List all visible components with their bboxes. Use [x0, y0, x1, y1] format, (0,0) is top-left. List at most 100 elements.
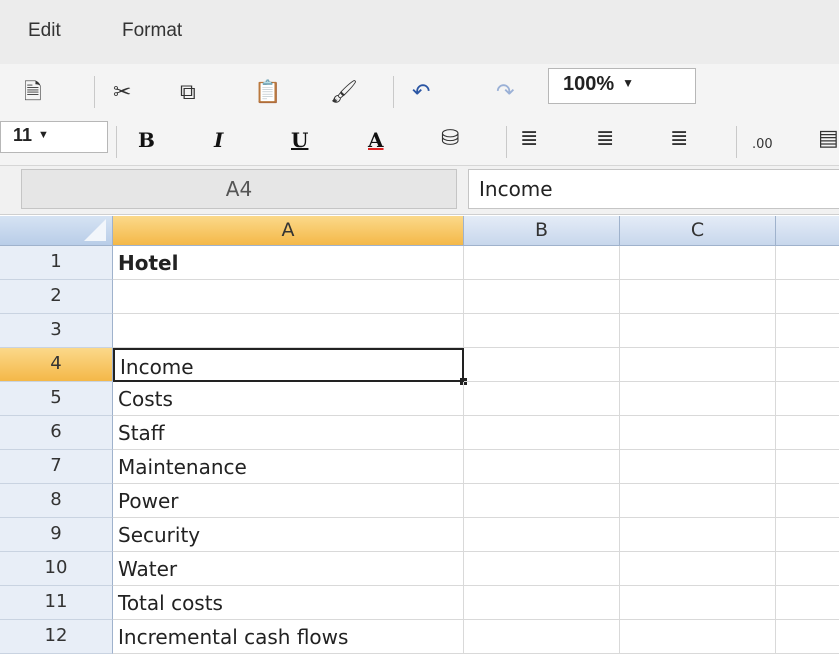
zoom-select[interactable]: 100% ▼ — [548, 68, 696, 104]
cell-a5[interactable]: Costs — [113, 382, 464, 416]
row-header-4[interactable]: 4 — [0, 348, 113, 382]
cell-c2[interactable] — [620, 280, 776, 314]
toolbar-separator — [736, 126, 737, 158]
cell-a9[interactable]: Security — [113, 518, 464, 552]
cell-d7[interactable] — [776, 450, 839, 484]
row-header-1[interactable]: 1 — [0, 246, 113, 280]
cell-c12[interactable] — [620, 620, 776, 654]
cell-d6[interactable] — [776, 416, 839, 450]
row-header-11[interactable]: 11 — [0, 586, 113, 620]
zoom-value: 100% — [563, 73, 615, 95]
row-header-10[interactable]: 10 — [0, 552, 113, 586]
cell-a12[interactable]: Incremental cash flows — [113, 620, 464, 654]
cell-d9[interactable] — [776, 518, 839, 552]
cell-c9[interactable] — [620, 518, 776, 552]
toolbar-standard: 🗎 ✂ ⧉ 📋 🖌 ↶ ↷ — [0, 64, 839, 120]
cell-c1[interactable] — [620, 246, 776, 280]
cell-b4[interactable] — [464, 348, 620, 382]
cell-d4[interactable] — [776, 348, 839, 382]
row-header-12[interactable]: 12 — [0, 620, 113, 654]
cut-icon[interactable]: ✂ — [113, 82, 131, 104]
cell-d2[interactable] — [776, 280, 839, 314]
format-painter-icon[interactable]: 🖌 — [330, 82, 358, 104]
cell-c5[interactable] — [620, 382, 776, 416]
cell-b7[interactable] — [464, 450, 620, 484]
italic-button[interactable]: I — [214, 128, 223, 152]
new-document-icon[interactable]: 🗎 — [24, 82, 42, 104]
cell-c3[interactable] — [620, 314, 776, 348]
cell-a4[interactable]: Income — [113, 348, 464, 382]
menu-format[interactable]: Format — [122, 20, 182, 42]
column-header-a[interactable]: A — [113, 216, 464, 246]
cell-b11[interactable] — [464, 586, 620, 620]
name-box[interactable]: A4 — [21, 169, 457, 209]
cell-a6[interactable]: Staff — [113, 416, 464, 450]
row-header-3[interactable]: 3 — [0, 314, 113, 348]
formula-bar: A4 Income — [0, 166, 839, 215]
row-header-2[interactable]: 2 — [0, 280, 113, 314]
cell-a2[interactable] — [113, 280, 464, 314]
align-right-icon[interactable]: ≣ — [670, 128, 688, 150]
row-header-6[interactable]: 6 — [0, 416, 113, 450]
toolbar-separator — [94, 76, 95, 108]
cell-d1[interactable] — [776, 246, 839, 280]
formula-input[interactable]: Income — [468, 169, 839, 209]
cell-d12[interactable] — [776, 620, 839, 654]
cell-a1[interactable]: Hotel — [113, 246, 464, 280]
cell-b9[interactable] — [464, 518, 620, 552]
column-header-b[interactable]: B — [464, 216, 620, 246]
cell-b1[interactable] — [464, 246, 620, 280]
menu-bar: Edit Format — [0, 0, 839, 64]
underline-button[interactable]: U — [291, 128, 308, 152]
toolbar-separator — [393, 76, 394, 108]
cell-d10[interactable] — [776, 552, 839, 586]
font-color-button[interactable]: A — [368, 128, 384, 152]
align-center-icon[interactable]: ≣ — [596, 128, 614, 150]
cell-a7[interactable]: Maintenance — [113, 450, 464, 484]
cell-b12[interactable] — [464, 620, 620, 654]
cell-b2[interactable] — [464, 280, 620, 314]
cell-a11[interactable]: Total costs — [113, 586, 464, 620]
cell-d11[interactable] — [776, 586, 839, 620]
paste-icon[interactable]: 📋 — [254, 82, 281, 104]
cell-b3[interactable] — [464, 314, 620, 348]
cell-c11[interactable] — [620, 586, 776, 620]
chart-icon[interactable]: ▤ — [818, 128, 839, 150]
cell-c10[interactable] — [620, 552, 776, 586]
cell-d8[interactable] — [776, 484, 839, 518]
row-header-9[interactable]: 9 — [0, 518, 113, 552]
column-header-c[interactable]: C — [620, 216, 776, 246]
toolbar-formatting — [0, 120, 839, 166]
undo-icon[interactable]: ↶ — [412, 82, 430, 104]
row-header-7[interactable]: 7 — [0, 450, 113, 484]
cell-c4[interactable] — [620, 348, 776, 382]
cell-c7[interactable] — [620, 450, 776, 484]
font-size-value: 11 — [13, 125, 33, 145]
cell-b10[interactable] — [464, 552, 620, 586]
toolbar-separator — [116, 126, 117, 158]
bold-button[interactable]: B — [138, 128, 155, 152]
select-all-corner[interactable] — [0, 216, 113, 246]
cell-c6[interactable] — [620, 416, 776, 450]
cell-b8[interactable] — [464, 484, 620, 518]
column-header-d[interactable] — [776, 216, 839, 246]
fill-color-icon[interactable]: ⛁ — [441, 128, 459, 150]
cell-d5[interactable] — [776, 382, 839, 416]
chevron-down-icon: ▼ — [622, 76, 635, 90]
menu-edit[interactable]: Edit — [28, 20, 61, 42]
cell-a10[interactable]: Water — [113, 552, 464, 586]
cell-a3[interactable] — [113, 314, 464, 348]
row-header-8[interactable]: 8 — [0, 484, 113, 518]
chevron-down-icon: ▼ — [38, 129, 49, 141]
align-left-icon[interactable]: ≣ — [520, 128, 538, 150]
copy-icon[interactable]: ⧉ — [180, 82, 196, 104]
cell-a8[interactable]: Power — [113, 484, 464, 518]
cell-c8[interactable] — [620, 484, 776, 518]
redo-icon[interactable]: ↷ — [496, 82, 514, 104]
cell-b6[interactable] — [464, 416, 620, 450]
cell-d3[interactable] — [776, 314, 839, 348]
decimal-button[interactable]: .00 — [752, 137, 773, 152]
row-header-5[interactable]: 5 — [0, 382, 113, 416]
font-size-select[interactable]: 11 ▼ — [0, 121, 108, 153]
cell-b5[interactable] — [464, 382, 620, 416]
